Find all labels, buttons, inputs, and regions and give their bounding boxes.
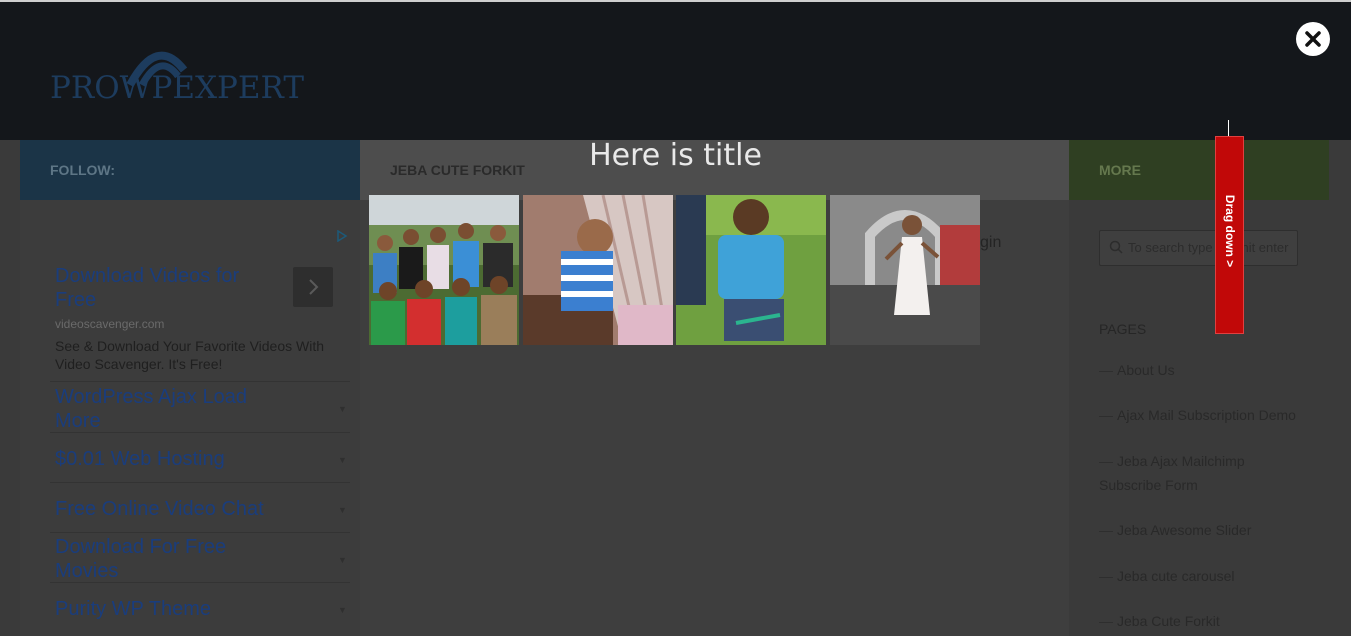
page-link-label[interactable]: Jeba cute carousel [1117, 568, 1235, 584]
gallery-image-group-photo[interactable] [369, 195, 519, 345]
page-link[interactable]: — Ajax Mail Subscription Demo [1099, 403, 1309, 427]
right-sidebar: To search type and hit enter PAGES — Abou… [1069, 200, 1351, 636]
close-icon [1305, 31, 1321, 47]
site-header: PROWPEXPERT [0, 2, 1351, 140]
caret-down-icon: ▼ [338, 404, 347, 414]
caret-down-icon: ▼ [338, 455, 347, 465]
search-placeholder: To search type and hit enter [1128, 240, 1289, 255]
drag-down-label: Drag down > [1223, 194, 1237, 268]
page-link-label[interactable]: Jeba Ajax Mailchimp Subscribe Form [1099, 453, 1245, 493]
ad-link-text[interactable]: Free Online Video Chat [55, 497, 285, 521]
caret-down-icon: ▼ [338, 605, 347, 615]
lightbox-close-button[interactable] [1296, 22, 1330, 56]
gallery-image-child-striped-shirt[interactable] [523, 195, 673, 345]
ad-link-text[interactable]: Download For Free Movies [55, 535, 285, 583]
ad-description[interactable]: See & Download Your Favorite Videos With… [55, 337, 345, 373]
page-link-label[interactable]: Ajax Mail Subscription Demo [1117, 407, 1296, 423]
ad-link-text[interactable]: WordPress Ajax Load More [55, 385, 285, 433]
page-link-label[interactable]: About Us [1117, 362, 1175, 378]
pages-heading: PAGES [1099, 321, 1147, 337]
gallery-image-man-on-grass[interactable] [676, 195, 826, 345]
left-sidebar: Download Videos for Free videoscavenger.… [20, 200, 360, 636]
ad-link-item[interactable]: $0.01 Web Hosting ▼ [50, 432, 350, 483]
gallery-image-girl-white-dress[interactable] [830, 195, 980, 345]
ad-choices-icon[interactable] [336, 230, 348, 242]
page-link-label[interactable]: Jeba Cute Forkit [1117, 613, 1220, 629]
page-link[interactable]: — Jeba Ajax Mailchimp Subscribe Form [1099, 449, 1309, 497]
lightbox-title: Here is title [589, 138, 762, 173]
caret-down-icon: ▼ [338, 505, 347, 515]
ad-arrow-button[interactable] [293, 267, 333, 307]
page-link[interactable]: — Jeba Cute Forkit [1099, 609, 1309, 633]
chevron-right-icon [309, 279, 319, 295]
ad-url[interactable]: videoscavenger.com [55, 317, 164, 331]
ad-link-item[interactable]: WordPress Ajax Load More ▼ [50, 381, 350, 432]
ad-title-link[interactable]: Download Videos for Free [55, 264, 275, 312]
ad-link-item[interactable]: Free Online Video Chat ▼ [50, 482, 350, 533]
search-icon [1109, 240, 1123, 254]
page-link[interactable]: — Jeba cute carousel [1099, 564, 1309, 588]
caret-down-icon: ▼ [338, 555, 347, 565]
ad-link-item[interactable]: Download For Free Movies ▼ [50, 532, 350, 583]
page-link[interactable]: — About Us [1099, 358, 1309, 382]
page-link-label[interactable]: Jeba Awesome Slider [1117, 522, 1251, 538]
ad-link-text[interactable]: Purity WP Theme [55, 597, 285, 621]
logo-text: PROWPEXPERT [50, 70, 304, 106]
site-logo[interactable]: PROWPEXPERT [50, 40, 340, 110]
ad-link-item[interactable]: Purity WP Theme ▼ [50, 582, 350, 633]
content-text-fragment: gin [980, 234, 1002, 251]
search-input[interactable]: To search type and hit enter [1099, 230, 1298, 266]
ad-link-text[interactable]: $0.01 Web Hosting [55, 447, 285, 471]
page-link[interactable]: — Jeba Awesome Slider [1099, 518, 1309, 542]
drag-down-tab[interactable]: Drag down > [1215, 136, 1244, 334]
